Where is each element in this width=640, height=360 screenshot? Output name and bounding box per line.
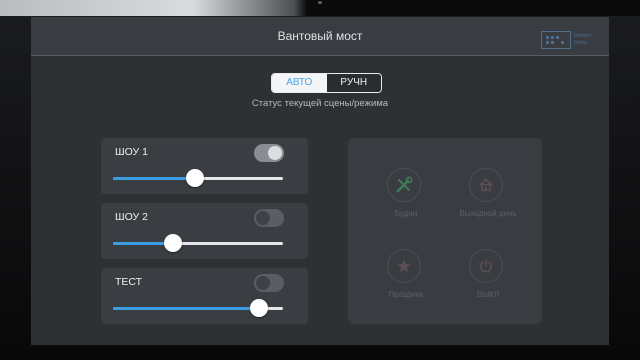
channel-label: ШОУ 1 bbox=[115, 146, 148, 158]
channel-slider[interactable] bbox=[113, 234, 283, 252]
channel-label: ШОУ 2 bbox=[115, 211, 148, 223]
scene-status-text: Статус текущей сцены/режима bbox=[251, 98, 389, 109]
mode-manual-button[interactable]: РУЧН bbox=[326, 74, 381, 92]
channel-slider[interactable] bbox=[113, 299, 283, 317]
page-title: Вантовый мост bbox=[277, 29, 363, 43]
channel-toggle[interactable] bbox=[254, 209, 284, 227]
slider-thumb[interactable] bbox=[250, 299, 269, 317]
toggle-knob bbox=[256, 211, 270, 225]
slider-thumb[interactable] bbox=[185, 169, 204, 187]
power-icon bbox=[480, 259, 492, 273]
toggle-knob bbox=[256, 276, 270, 290]
scene-icon-circle bbox=[469, 168, 503, 202]
scene-holiday-button[interactable]: Праздник bbox=[366, 239, 446, 309]
scene-label: ВЫКЛ bbox=[476, 290, 500, 299]
mode-auto-button[interactable]: АВТО bbox=[272, 74, 327, 92]
device-camera-dot bbox=[318, 1, 322, 4]
channel-card: ШОУ 1 bbox=[101, 138, 308, 194]
slider-thumb[interactable] bbox=[163, 234, 182, 252]
mode-switch: АВТО РУЧН bbox=[271, 73, 382, 93]
scene-weekend-button[interactable]: Выходной день bbox=[448, 158, 528, 228]
channel-slider[interactable] bbox=[113, 169, 283, 187]
app-screen: Вантовый мост Intellect Home АВТО РУЧН С… bbox=[31, 17, 609, 345]
scene-weekdays-button[interactable]: Будни bbox=[366, 158, 446, 228]
channel-toggle[interactable] bbox=[254, 144, 284, 162]
channel-label: ТЕСТ bbox=[115, 276, 143, 288]
logo-mark bbox=[541, 31, 571, 49]
slider-fill bbox=[113, 177, 195, 180]
channel-toggle[interactable] bbox=[254, 274, 284, 292]
toggle-knob bbox=[268, 146, 282, 160]
tools-icon bbox=[396, 176, 413, 193]
device-bezel-gloss bbox=[0, 0, 640, 16]
slider-fill bbox=[113, 307, 260, 310]
device-frame: Вантовый мост Intellect Home АВТО РУЧН С… bbox=[0, 0, 640, 360]
channel-card: ТЕСТ bbox=[101, 268, 308, 324]
star-icon bbox=[397, 259, 411, 273]
home-icon bbox=[479, 178, 493, 192]
scene-off-button[interactable]: ВЫКЛ bbox=[448, 239, 528, 309]
scene-panel: Будни Выходной день Праздник ВЫКЛ bbox=[348, 138, 542, 324]
scene-icon-circle bbox=[469, 249, 503, 283]
brand-logo: Intellect Home bbox=[541, 31, 605, 51]
app-header: Вантовый мост Intellect Home bbox=[31, 17, 609, 56]
scene-label: Выходной день bbox=[459, 209, 517, 218]
scene-icon-circle bbox=[387, 249, 421, 283]
scene-icon-circle bbox=[387, 168, 421, 202]
logo-text: Intellect Home bbox=[574, 33, 592, 46]
channel-card: ШОУ 2 bbox=[101, 203, 308, 259]
